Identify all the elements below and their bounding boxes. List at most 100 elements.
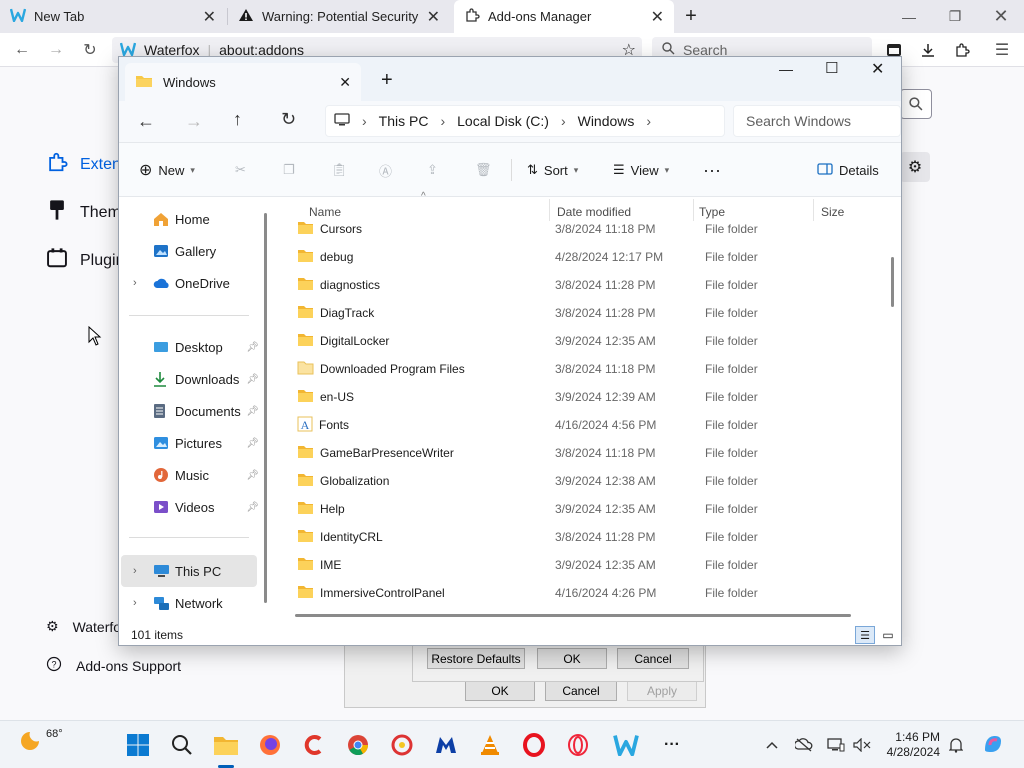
table-row[interactable]: Help 3/9/2024 12:35 AM File folder xyxy=(297,495,877,523)
sidebar-item-pictures[interactable]: Pictures 📌︎ xyxy=(133,429,259,457)
sidebar-item-music[interactable]: Music 📌︎ xyxy=(133,461,259,489)
tab-security-warning[interactable]: Warning: Potential Security Risk ✕ xyxy=(228,0,450,33)
address-bar[interactable]: › This PC › Local Disk (C:) › Windows › xyxy=(325,105,725,137)
table-row[interactable]: Cursors 3/8/2024 11:18 PM File folder xyxy=(297,215,877,243)
close-window-button[interactable]: ✕ xyxy=(871,59,884,79)
new-button[interactable]: ⊕ New ▾ xyxy=(139,157,195,183)
close-icon[interactable]: ✕ xyxy=(203,7,216,27)
chevron-up-icon[interactable] xyxy=(762,735,782,755)
view-button[interactable]: ☰ View ▾ xyxy=(613,157,669,183)
back-arrow-icon[interactable]: ← xyxy=(12,40,32,60)
sidebar-item-this-pc[interactable]: › This PC xyxy=(121,555,257,587)
copilot-icon[interactable] xyxy=(980,731,1006,757)
sidebar-item-documents[interactable]: Documents 📌︎ xyxy=(133,397,259,425)
table-row[interactable]: DiagTrack 3/8/2024 11:28 PM File folder xyxy=(297,299,877,327)
cancel-button[interactable]: Cancel xyxy=(617,648,689,669)
tab-new-tab[interactable]: New Tab ✕ xyxy=(0,0,226,33)
file-explorer-taskbar-icon[interactable] xyxy=(210,729,242,761)
more-options-icon[interactable]: ··· xyxy=(703,157,721,183)
table-row[interactable]: Globalization 3/9/2024 12:38 AM File folde… xyxy=(297,467,877,495)
cut-icon[interactable]: ✂ xyxy=(235,157,246,183)
delete-icon[interactable]: 🗑︎ xyxy=(475,157,492,183)
forward-arrow-icon[interactable]: → xyxy=(185,111,203,132)
chevron-right-icon[interactable]: › xyxy=(133,277,153,289)
menu-icon[interactable]: ☰ xyxy=(992,40,1012,60)
sidebar-item-network[interactable]: › Network xyxy=(133,589,259,617)
sidebar-item-gallery[interactable]: Gallery xyxy=(133,237,259,265)
waterfox-icon[interactable] xyxy=(610,729,642,761)
weather-widget[interactable]: 68° xyxy=(18,728,63,756)
new-tab-button[interactable]: + xyxy=(381,69,393,92)
downloads-icon[interactable] xyxy=(918,40,938,60)
tiles-view-icon[interactable]: ▭ xyxy=(879,626,897,644)
restore-defaults-button[interactable]: Restore Defaults xyxy=(427,648,525,669)
cancel-button-back[interactable]: Cancel xyxy=(545,680,617,701)
table-row[interactable]: debug 4/28/2024 12:17 PM File folder xyxy=(297,243,877,271)
explorer-tab[interactable]: Windows ✕ xyxy=(125,63,361,101)
tab-addons-manager[interactable]: Add-ons Manager ✕ xyxy=(454,0,674,33)
sidebar-item-home[interactable]: Home xyxy=(133,205,259,233)
details-button[interactable]: Details xyxy=(817,157,879,183)
refresh-icon[interactable]: ↻ xyxy=(281,109,296,130)
table-row[interactable]: GameBarPresenceWriter 3/8/2024 11:18 PM Fi… xyxy=(297,439,877,467)
copy-icon[interactable]: ❐ xyxy=(283,157,295,183)
ok-button[interactable]: OK xyxy=(537,648,607,669)
sidebar-item-desktop[interactable]: Desktop 📌︎ xyxy=(133,333,259,361)
more-apps-icon[interactable]: ··· xyxy=(656,729,688,761)
addons-support-link[interactable]: ? Add-ons Support xyxy=(46,656,181,675)
maximize-button[interactable]: ☐ xyxy=(825,59,838,77)
network-offline-icon[interactable] xyxy=(794,735,814,755)
table-row[interactable]: DigitalLocker 3/9/2024 12:35 AM File folde… xyxy=(297,327,877,355)
notification-bell-icon[interactable] xyxy=(946,735,966,755)
apply-button[interactable]: Apply xyxy=(627,680,697,701)
clock[interactable]: 1:46 PM 4/28/2024 xyxy=(880,730,940,760)
explorer-search-input[interactable]: Search Windows xyxy=(733,105,901,137)
share-icon[interactable]: ⇪ xyxy=(427,157,438,183)
breadcrumb-local-disk[interactable]: Local Disk (C:) xyxy=(457,113,549,129)
start-windows-icon[interactable] xyxy=(122,729,154,761)
forward-arrow-icon[interactable]: → xyxy=(46,40,66,60)
ok-button-back[interactable]: OK xyxy=(465,680,535,701)
breadcrumb-windows[interactable]: Windows xyxy=(578,113,635,129)
breadcrumb-this-pc[interactable]: This PC xyxy=(379,113,429,129)
horizontal-scrollbar[interactable] xyxy=(295,614,851,617)
back-arrow-icon[interactable]: ← xyxy=(137,111,155,132)
minimize-button[interactable]: — xyxy=(886,0,932,33)
gear-icon[interactable]: ⚙ xyxy=(900,152,930,182)
chevron-right-icon[interactable]: › xyxy=(133,597,153,609)
search-icon[interactable] xyxy=(166,729,198,761)
app-red-icon[interactable] xyxy=(386,729,418,761)
sidebar-scrollbar[interactable] xyxy=(264,213,267,603)
chevron-right-icon[interactable]: › xyxy=(133,565,153,577)
malwarebytes-icon[interactable] xyxy=(430,729,462,761)
reload-icon[interactable]: ↻ xyxy=(80,40,100,60)
table-row[interactable]: A Fonts 4/16/2024 4:56 PM File folder xyxy=(297,411,877,439)
firefox-icon[interactable] xyxy=(254,729,286,761)
extensions-icon[interactable] xyxy=(952,40,972,60)
table-row[interactable]: en-US 3/9/2024 12:39 AM File folder xyxy=(297,383,877,411)
table-row[interactable]: Downloaded Program Files 3/8/2024 11:18 P… xyxy=(297,355,877,383)
rename-icon[interactable]: Ⓐ xyxy=(379,157,392,183)
vlc-icon[interactable] xyxy=(474,729,506,761)
minimize-button[interactable]: — xyxy=(779,61,793,77)
vertical-scrollbar[interactable] xyxy=(891,257,894,307)
sidebar-item-onedrive[interactable]: › OneDrive xyxy=(133,269,259,297)
close-icon[interactable]: ✕ xyxy=(427,7,440,27)
table-row[interactable]: IdentityCRL 3/8/2024 11:28 PM File folder xyxy=(297,523,877,551)
table-row[interactable]: ImmersiveControlPanel 4/16/2024 4:26 PM Fi… xyxy=(297,579,877,607)
ccleaner-icon[interactable] xyxy=(298,729,330,761)
table-row[interactable]: IME 3/9/2024 12:35 AM File folder xyxy=(297,551,877,579)
close-icon[interactable]: ✕ xyxy=(651,7,664,27)
display-icon[interactable] xyxy=(826,735,846,755)
addon-search-button[interactable] xyxy=(900,89,932,119)
up-arrow-icon[interactable]: ↑ xyxy=(233,109,242,130)
sort-button[interactable]: ⇅ Sort ▾ xyxy=(527,157,578,183)
opera-gx-icon[interactable] xyxy=(562,729,594,761)
details-view-icon[interactable]: ☰ xyxy=(855,626,875,644)
chevron-right-icon[interactable]: › xyxy=(646,113,651,129)
opera-icon[interactable] xyxy=(518,729,550,761)
table-row[interactable]: diagnostics 3/8/2024 11:28 PM File folder xyxy=(297,271,877,299)
sidebar-item-videos[interactable]: Videos 📌︎ xyxy=(133,493,259,521)
sidebar-item-downloads[interactable]: Downloads 📌︎ xyxy=(133,365,259,393)
restore-button[interactable]: ❐ xyxy=(932,0,978,33)
